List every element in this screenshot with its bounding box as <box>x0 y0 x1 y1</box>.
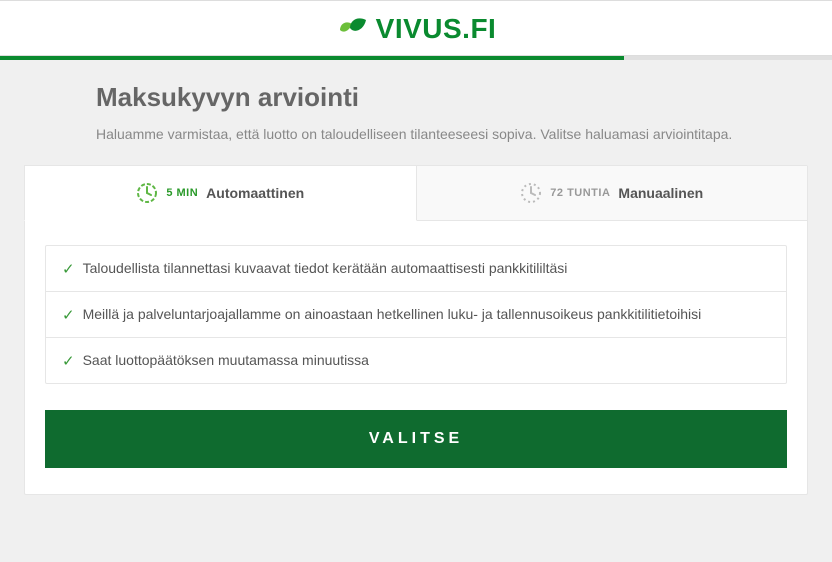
check-icon: ✓ <box>62 262 75 277</box>
benefit-text: Meillä ja palveluntarjoajallamme on aino… <box>83 306 702 322</box>
selection-panel: 5 MIN Automaattinen 72 TUNTIA Manuaaline… <box>24 165 808 495</box>
benefit-item: ✓ Saat luottopäätöksen muutamassa minuut… <box>46 338 786 383</box>
benefit-item: ✓ Meillä ja palveluntarjoajallamme on ai… <box>46 292 786 338</box>
header: VIVUS.FI <box>0 0 832 56</box>
clock-fast-icon <box>136 182 158 204</box>
tab-manual-duration: 72 TUNTIA <box>550 187 610 199</box>
clock-slow-icon <box>520 182 542 204</box>
tab-automatic-label: Automaattinen <box>206 185 304 201</box>
select-button[interactable]: VALITSE <box>45 410 787 468</box>
benefit-text: Saat luottopäätöksen muutamassa minuutis… <box>83 352 369 368</box>
brand-text: VIVUS.FI <box>376 13 497 45</box>
check-icon: ✓ <box>62 308 75 323</box>
benefit-item: ✓ Taloudellista tilannettasi kuvaavat ti… <box>46 246 786 292</box>
tab-automatic-duration: 5 MIN <box>166 187 198 199</box>
brand-logo: VIVUS.FI <box>336 13 497 45</box>
intro-block: Maksukyvyn arviointi Haluamme varmistaa,… <box>76 82 756 165</box>
tab-automatic[interactable]: 5 MIN Automaattinen <box>24 165 417 221</box>
leaf-icon <box>336 16 368 42</box>
benefit-text: Taloudellista tilannettasi kuvaavat tied… <box>83 260 568 276</box>
page-description: Haluamme varmistaa, että luotto on talou… <box>96 123 736 145</box>
tab-manual-label: Manuaalinen <box>618 185 703 201</box>
panel-body: ✓ Taloudellista tilannettasi kuvaavat ti… <box>25 221 807 494</box>
tab-manual[interactable]: 72 TUNTIA Manuaalinen <box>417 166 808 220</box>
tabs: 5 MIN Automaattinen 72 TUNTIA Manuaaline… <box>25 166 807 221</box>
page-title: Maksukyvyn arviointi <box>96 82 736 113</box>
benefits-list: ✓ Taloudellista tilannettasi kuvaavat ti… <box>45 245 787 384</box>
content-area: Maksukyvyn arviointi Haluamme varmistaa,… <box>0 60 832 495</box>
check-icon: ✓ <box>62 354 75 369</box>
